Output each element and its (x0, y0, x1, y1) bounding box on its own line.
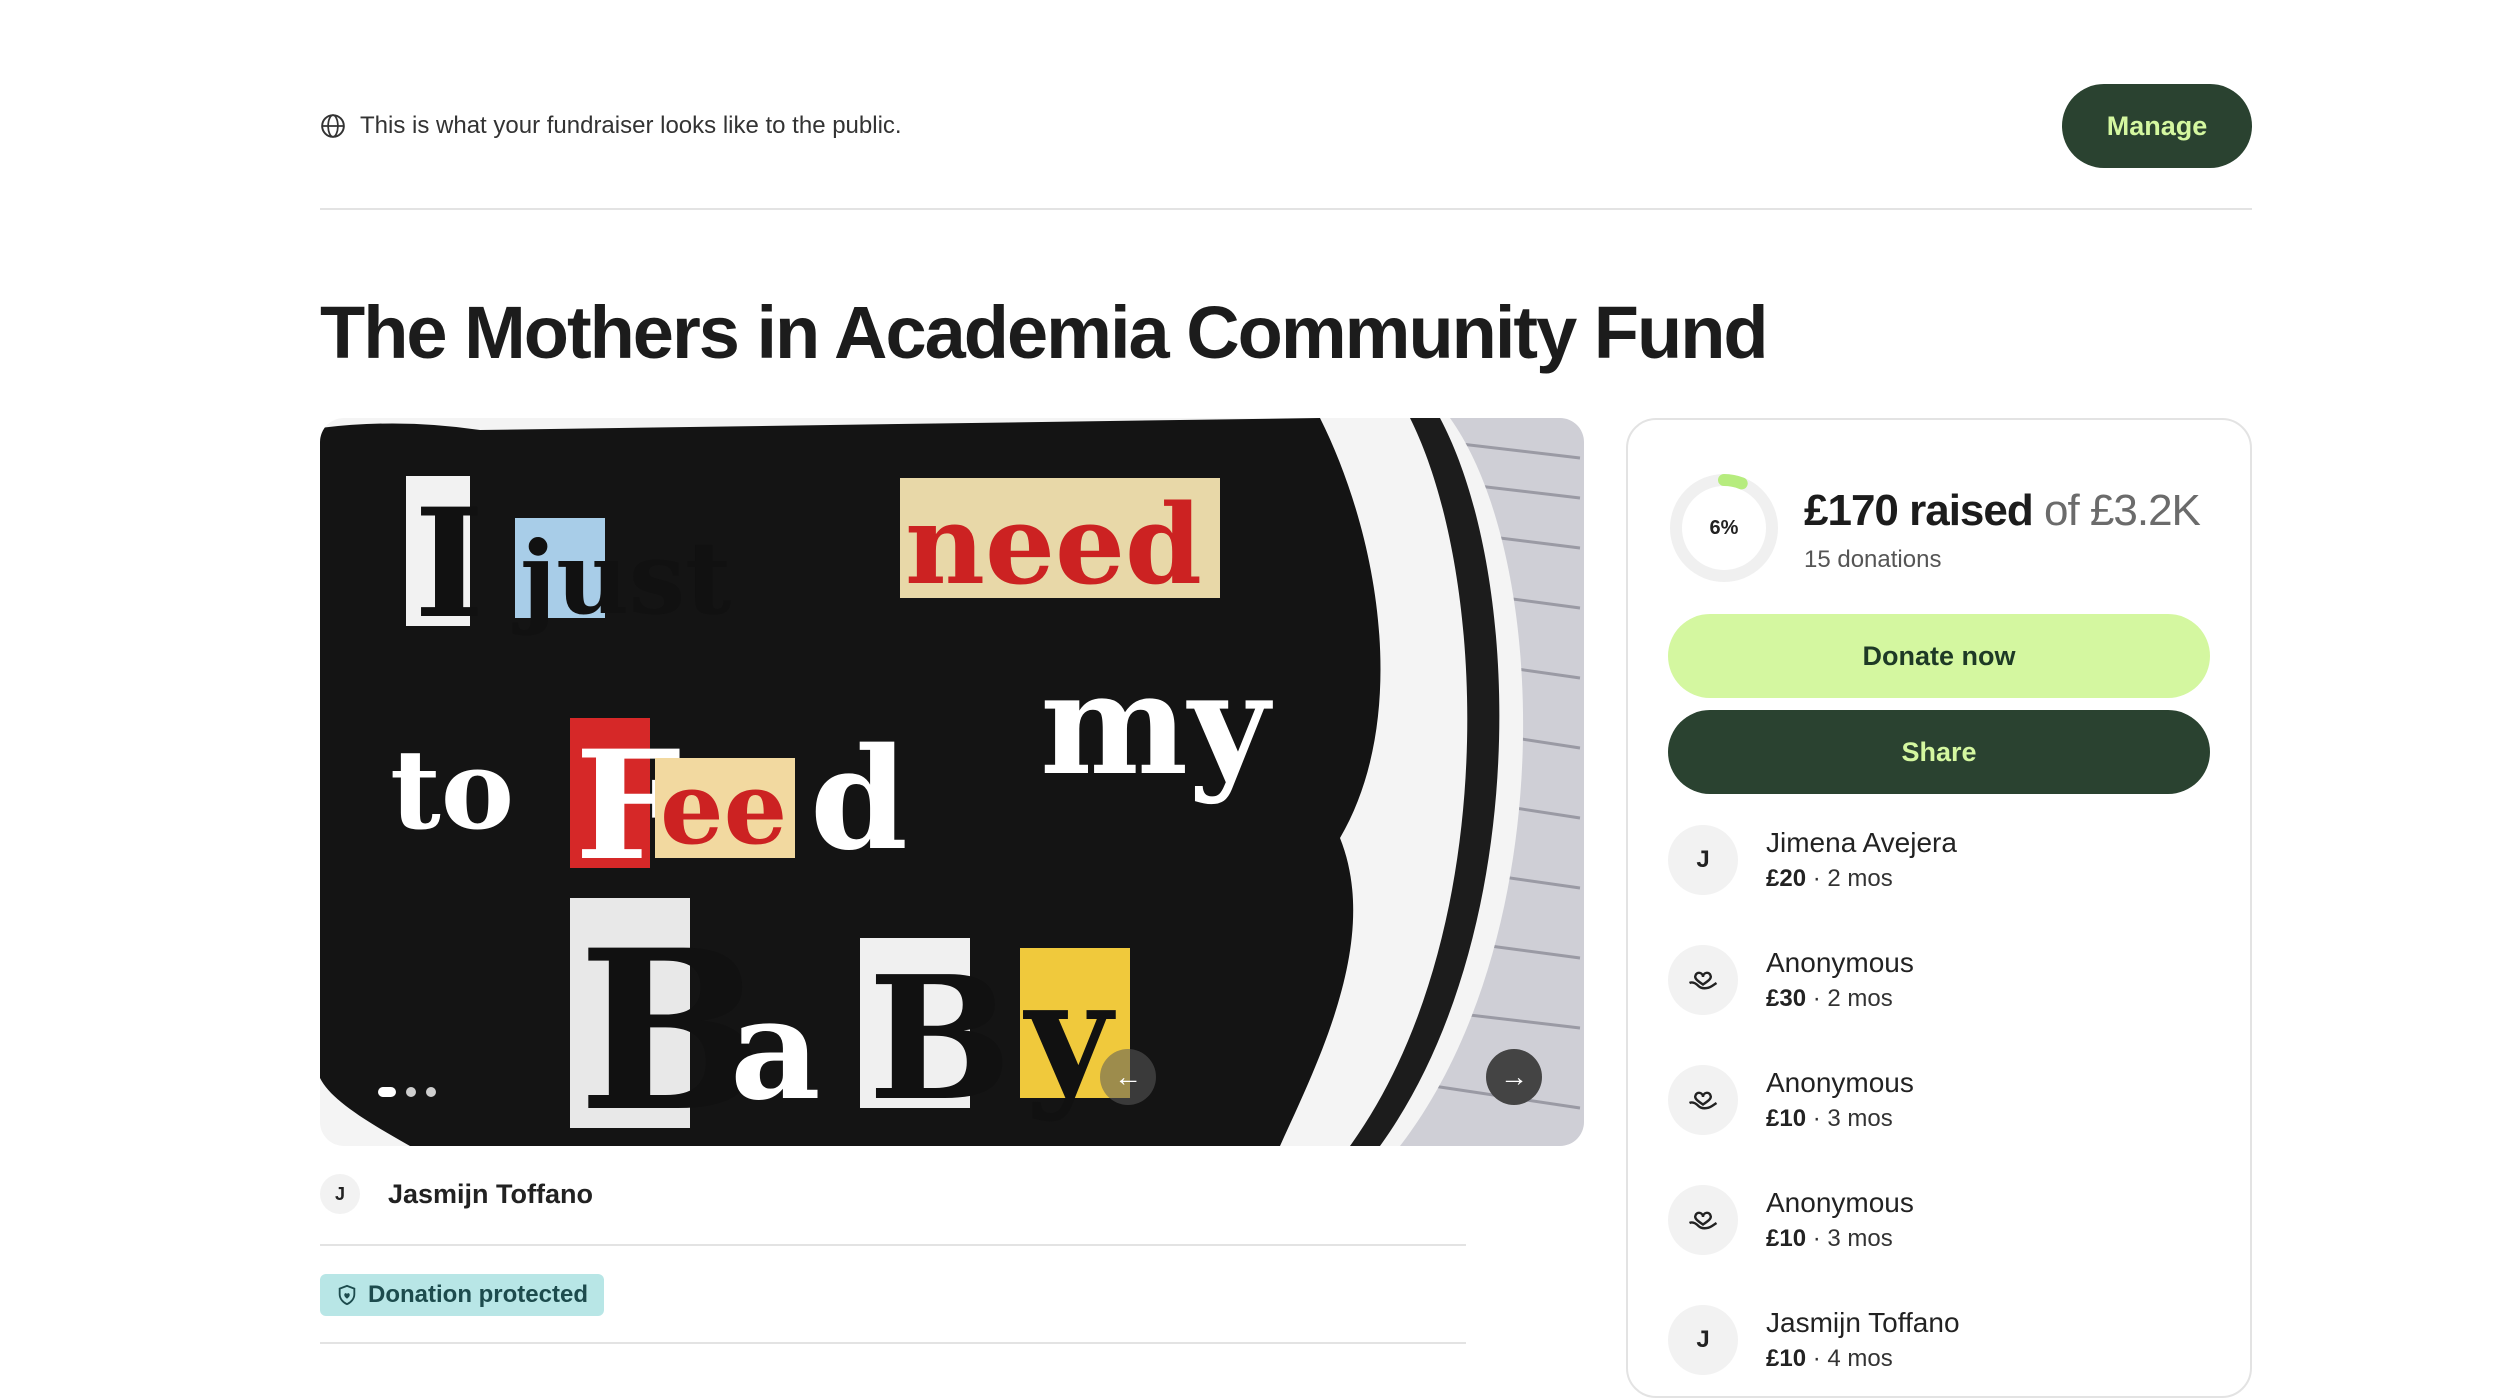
donor-meta: £10 · 3 mos (1766, 1105, 1914, 1133)
donor-meta: £10 · 3 mos (1766, 1225, 1914, 1253)
svg-text:my: my (1040, 643, 1273, 807)
svg-text:d: d (810, 718, 908, 882)
preview-banner: This is what your fundraiser looks like … (320, 84, 2252, 168)
arrow-left-icon: ← (1114, 1061, 1142, 1092)
donation-amount: £30 (1766, 985, 1807, 1012)
public-preview-note: This is what your fundraiser looks like … (320, 112, 902, 140)
divider (320, 208, 2252, 210)
donor-name: Jasmijn Toffano (1766, 1307, 1960, 1338)
donor-meta: £30 · 2 mos (1766, 985, 1914, 1013)
public-note-text: This is what your fundraiser looks like … (360, 112, 902, 139)
previous-image-button[interactable]: ← (1100, 1049, 1156, 1105)
organizer-name: Jasmijn Toffano (388, 1178, 594, 1209)
donor-name: Anonymous (1766, 1187, 1914, 1218)
donation-amount: £10 (1766, 1105, 1807, 1132)
donation-time: · 2 mos (1806, 985, 1893, 1012)
donor-item: J Jasmijn Toffano £10 · 4 mos (1668, 1300, 2228, 1380)
donation-protected-badge[interactable]: Donation protected (320, 1274, 604, 1316)
heart-hand-icon (1688, 971, 1718, 990)
fundraiser-cover-image: I just need to F ee d my B a B y (320, 418, 1584, 1146)
donation-amount: £10 (1766, 1225, 1807, 1252)
svg-text:y: y (1023, 948, 1116, 1124)
carousel-dot[interactable] (406, 1087, 416, 1097)
organizer-avatar: J (320, 1174, 360, 1214)
svg-text:ee: ee (660, 749, 787, 867)
shield-icon (338, 1284, 356, 1306)
organizer-row[interactable]: J Jasmijn Toffano (320, 1174, 593, 1214)
fundraiser-title: The Mothers in Academia Community Fund (320, 291, 1769, 374)
svg-text:a: a (730, 968, 821, 1132)
donation-amount: £10 (1766, 1345, 1807, 1372)
raised-amount: £170 raised (1804, 486, 2034, 535)
donor-name: Anonymous (1766, 947, 1914, 978)
carousel-dot[interactable] (378, 1087, 396, 1097)
svg-text:need: need (905, 480, 1202, 609)
donation-time: · 3 mos (1806, 1105, 1893, 1132)
amount-raised: £170 raised of £3.2K (1804, 486, 2201, 536)
donation-time: · 4 mos (1806, 1345, 1893, 1372)
donation-time: · 3 mos (1806, 1225, 1893, 1252)
donor-item: J Jimena Avejera £20 · 2 mos (1668, 820, 2228, 900)
donation-summary-card: 6% £170 raised of £3.2K 15 donations Don… (1626, 418, 2252, 1398)
heart-hand-icon (1688, 1091, 1718, 1110)
donor-avatar: J (1668, 825, 1738, 895)
donor-meta: £10 · 4 mos (1766, 1345, 1960, 1373)
svg-text:to: to (390, 725, 514, 854)
arrow-right-icon: → (1500, 1061, 1528, 1092)
ransom-note-collage: I just need to F ee d my B a B y (320, 418, 1584, 1146)
donations-count: 15 donations (1804, 546, 1942, 573)
donation-protected-label: Donation protected (368, 1281, 588, 1308)
divider (320, 1342, 1466, 1344)
progress-percent: 6% (1709, 516, 1739, 539)
svg-text:B: B (868, 939, 1012, 1139)
donor-avatar (1668, 1185, 1738, 1255)
next-image-button[interactable]: → (1486, 1049, 1542, 1105)
heart-hand-icon (1688, 1211, 1718, 1230)
manage-button[interactable]: Manage (2062, 84, 2252, 168)
donor-avatar: J (1668, 1305, 1738, 1375)
donor-name: Anonymous (1766, 1067, 1914, 1098)
donation-amount: £20 (1766, 865, 1807, 892)
donor-avatar (1668, 1065, 1738, 1135)
donor-item: Anonymous £30 · 2 mos (1668, 940, 2228, 1020)
donor-meta: £20 · 2 mos (1766, 865, 1957, 893)
carousel-dots[interactable] (378, 1087, 436, 1097)
goal-amount: of £3.2K (2043, 486, 2201, 535)
donor-item: Anonymous £10 · 3 mos (1668, 1180, 2228, 1260)
share-button[interactable]: Share (1668, 710, 2210, 794)
donate-now-button[interactable]: Donate now (1668, 614, 2210, 698)
donor-item: Anonymous £10 · 3 mos (1668, 1060, 2228, 1140)
donor-name: Jimena Avejera (1766, 827, 1957, 858)
svg-text:I: I (414, 476, 484, 652)
svg-text:just: just (512, 519, 731, 637)
globe-icon (321, 114, 345, 138)
divider (320, 1244, 1466, 1246)
donation-time: · 2 mos (1806, 865, 1893, 892)
donor-avatar (1668, 945, 1738, 1015)
carousel-dot[interactable] (426, 1087, 436, 1097)
